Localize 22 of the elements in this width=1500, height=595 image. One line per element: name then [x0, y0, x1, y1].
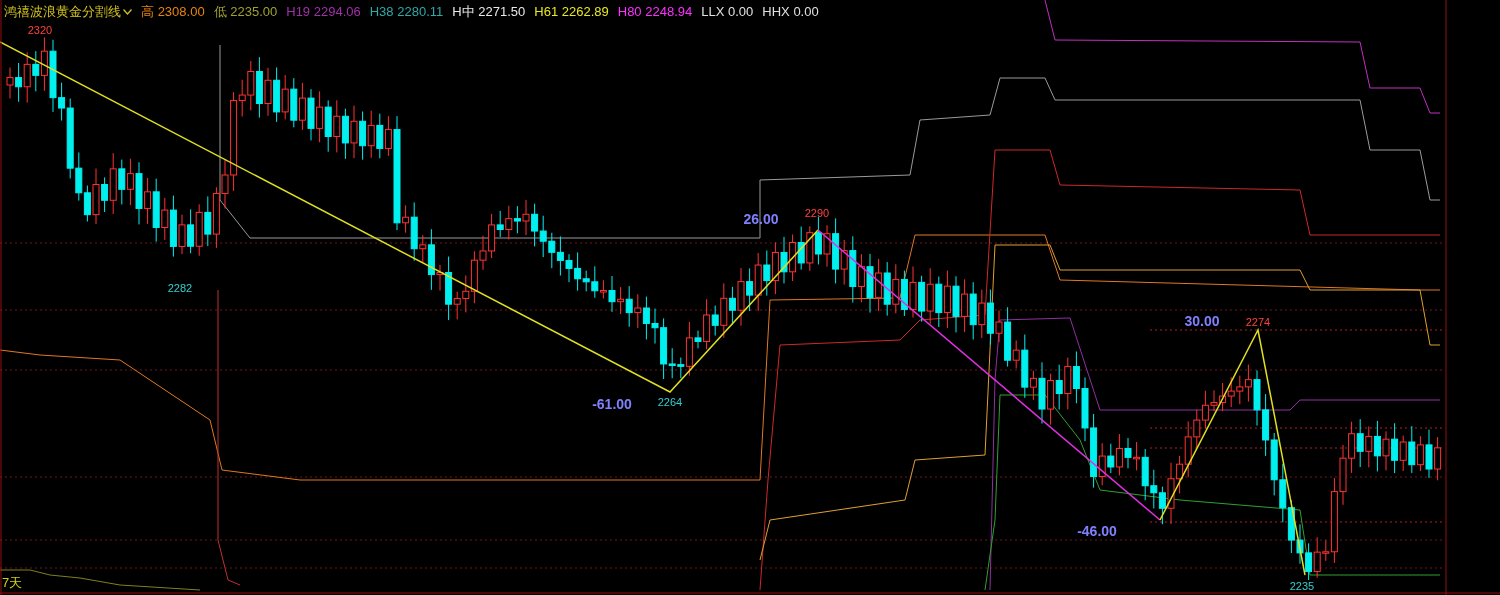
- price-label: 2264: [657, 396, 683, 408]
- legend-item: H61 2262.89: [534, 3, 609, 22]
- price-label: 2282: [167, 282, 193, 294]
- legend-item: 低 2235.00: [213, 3, 278, 22]
- legend-item: LLX 0.00: [701, 3, 754, 22]
- legend-item: HHX 0.00: [762, 3, 819, 22]
- swing-label: 26.00: [743, 211, 779, 227]
- indicator-name[interactable]: 鸿禧波浪黄金分割线: [4, 2, 121, 22]
- price-label: 2320: [27, 24, 53, 36]
- legend-item: H38 2280.11: [369, 3, 444, 22]
- legend-item: H中 2271.50: [452, 3, 526, 22]
- price-label: 2290: [804, 207, 830, 219]
- price-label: 2235: [1289, 580, 1315, 592]
- legend-item: H19 2294.06: [286, 3, 361, 22]
- swing-label: -46.00: [1077, 523, 1117, 539]
- swing-label: -61.00: [592, 396, 632, 412]
- chevron-down-icon[interactable]: [123, 9, 132, 15]
- price-label: 2274: [1245, 316, 1271, 328]
- legend-item: 高 2308.00: [141, 3, 205, 22]
- swing-label: 30.00: [1184, 313, 1220, 329]
- legend-item: H80 2248.94: [617, 3, 693, 22]
- period-label: 7天: [2, 573, 23, 592]
